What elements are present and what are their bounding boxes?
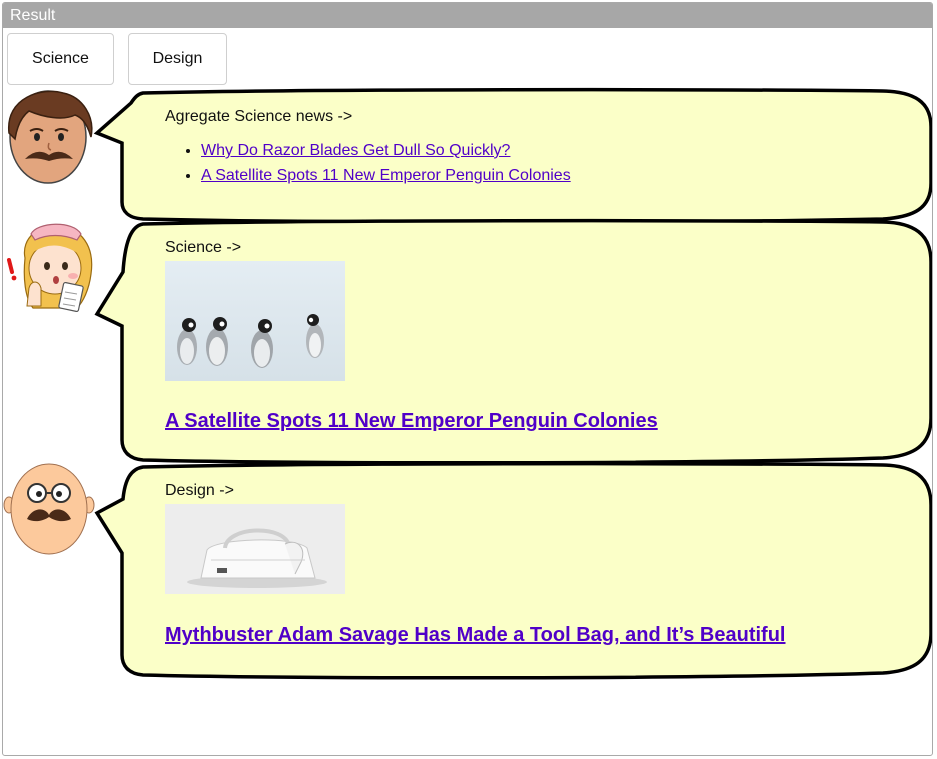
list-item: A Satellite Spots 11 New Emperor Penguin… xyxy=(201,165,571,186)
science-heading: Science -> xyxy=(165,239,242,256)
design-row: Design -> Mythbuster Adam Savage Has Mad… xyxy=(3,461,932,683)
aggregate-link-list: Why Do Razor Blades Get Dull So Quickly?… xyxy=(165,140,571,186)
aggregate-heading: Agregate Science news -> xyxy=(165,108,353,125)
science-content: Science -> A Satellite Spots 11 New Empe… xyxy=(165,239,658,433)
razor-blades-link[interactable]: Why Do Razor Blades Get Dull So Quickly? xyxy=(201,142,510,159)
aggregate-row: Agregate Science news -> Why Do Razor Bl… xyxy=(3,87,932,225)
penguin-colonies-link[interactable]: A Satellite Spots 11 New Emperor Penguin… xyxy=(201,167,571,184)
tool-bag-article-link[interactable]: Mythbuster Adam Savage Has Made a Tool B… xyxy=(165,624,786,647)
tool-bag-image[interactable] xyxy=(165,504,345,594)
penguin-article-link[interactable]: A Satellite Spots 11 New Emperor Penguin… xyxy=(165,410,658,433)
window-title: Result xyxy=(3,3,932,28)
penguins-image[interactable] xyxy=(165,261,345,381)
design-button[interactable]: Design xyxy=(128,33,227,85)
aggregate-content: Agregate Science news -> Why Do Razor Bl… xyxy=(165,108,571,190)
design-content: Design -> Mythbuster Adam Savage Has Mad… xyxy=(165,482,786,647)
design-heading: Design -> xyxy=(165,482,234,499)
science-row: Science -> A Satellite Spots 11 New Empe… xyxy=(3,218,932,468)
science-button[interactable]: Science xyxy=(7,33,114,85)
result-frame: Result Science Design Agregate Science n… xyxy=(2,2,933,756)
list-item: Why Do Razor Blades Get Dull So Quickly? xyxy=(201,140,571,161)
